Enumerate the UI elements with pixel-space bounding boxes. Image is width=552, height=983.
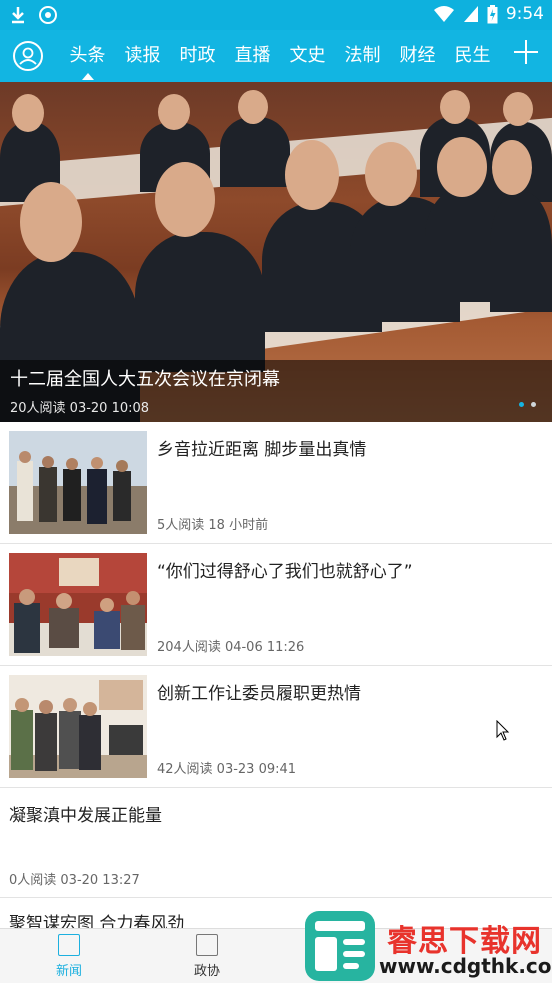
news-item[interactable]: “你们过得舒心了我们也就舒心了” 204人阅读 04-06 11:26: [0, 544, 552, 666]
news-title: 创新工作让委员履职更热情: [157, 684, 361, 704]
news-title: 乡音拉近距离 脚步量出真情: [157, 440, 367, 460]
site-watermark: 睿思下载网 www.cdgthk.com: [303, 908, 552, 982]
document-icon: [196, 934, 218, 956]
watermark-logo-icon: [305, 911, 375, 981]
news-meta: 204人阅读 04-06 11:26: [157, 640, 305, 655]
watermark-url: www.cdgthk.com: [379, 954, 552, 978]
user-avatar-icon[interactable]: [13, 41, 43, 71]
bottom-tab-label: 政协: [193, 964, 220, 979]
hero-banner[interactable]: 十二届全国人大五次会议在京闭幕 20人阅读 03-20 10:08: [0, 82, 552, 422]
carousel-dot: [531, 402, 536, 407]
add-channel-icon[interactable]: [514, 40, 538, 64]
news-title: 凝聚滇中发展正能量: [9, 806, 162, 826]
news-thumbnail: [9, 431, 147, 534]
news-meta: 0人阅读 03-20 13:27: [9, 873, 140, 888]
tab-live[interactable]: 直播: [225, 30, 280, 82]
hero-title: 十二届全国人大五次会议在京闭幕: [10, 369, 280, 390]
battery-icon: [487, 4, 498, 23]
tab-finance[interactable]: 财经: [390, 30, 445, 82]
clock: 9:54: [505, 4, 544, 24]
news-meta: 42人阅读 03-23 09:41: [157, 762, 297, 777]
wifi-icon: [433, 6, 454, 22]
tab-law[interactable]: 法制: [335, 30, 390, 82]
tab-politics[interactable]: 时政: [170, 30, 225, 82]
status-bar: 9:54: [0, 0, 552, 30]
news-item[interactable]: 创新工作让委员履职更热情 42人阅读 03-23 09:41: [0, 666, 552, 788]
news-title: “你们过得舒心了我们也就舒心了”: [157, 562, 413, 582]
tab-livelihood[interactable]: 民生: [445, 30, 500, 82]
download-icon: [12, 7, 24, 24]
news-thumbnail: [9, 675, 147, 778]
carousel-dot: [519, 402, 524, 407]
bottom-tab-news[interactable]: 新闻: [0, 929, 138, 983]
mouse-cursor-icon: [496, 720, 510, 741]
bottom-tab-label: 新闻: [55, 964, 82, 979]
news-thumbnail: [9, 553, 147, 656]
tab-read-newspaper[interactable]: 读报: [115, 30, 170, 82]
hero-meta: 20人阅读 03-20 10:08: [10, 401, 150, 416]
news-item[interactable]: 凝聚滇中发展正能量 0人阅读 03-20 13:27: [0, 788, 552, 898]
signal-icon: [463, 6, 478, 22]
app-notification-icon: [39, 6, 57, 24]
tab-history[interactable]: 文史: [280, 30, 335, 82]
channel-tabs: 头条 读报 时政 直播 文史 法制 财经 民生: [60, 30, 500, 82]
news-item[interactable]: 乡音拉近距离 脚步量出真情 5人阅读 18 小时前: [0, 422, 552, 544]
bottom-tab-cppcc[interactable]: 政协: [138, 929, 276, 983]
news-meta: 5人阅读 18 小时前: [157, 518, 269, 533]
carousel-indicator: [519, 402, 536, 407]
newspaper-icon: [58, 934, 80, 956]
tab-headlines[interactable]: 头条: [60, 30, 115, 82]
top-nav-bar: 头条 读报 时政 直播 文史 法制 财经 民生: [0, 30, 552, 82]
